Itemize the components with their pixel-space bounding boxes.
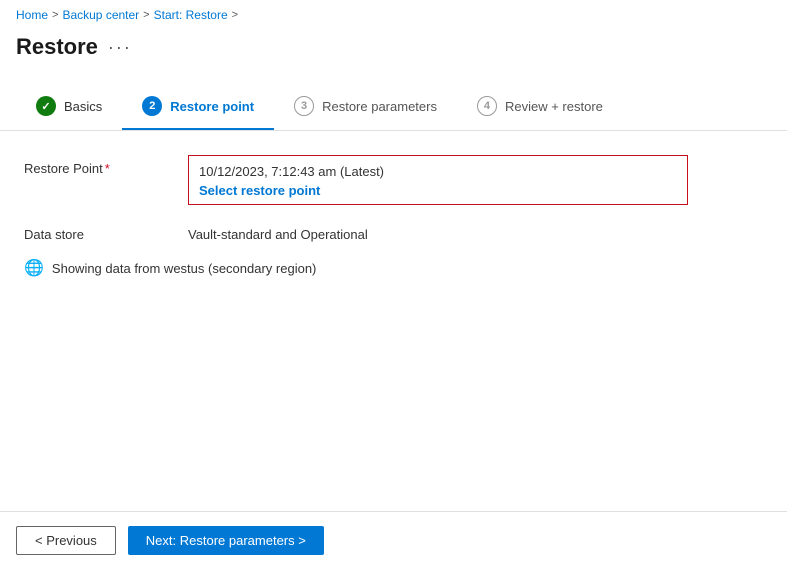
data-store-row: Data store Vault-standard and Operationa…: [24, 221, 763, 242]
select-restore-point-link[interactable]: Select restore point: [199, 183, 320, 198]
required-indicator: *: [105, 161, 110, 176]
restore-point-value: 10/12/2023, 7:12:43 am (Latest) Select r…: [188, 155, 763, 205]
tab-basics[interactable]: ✓ Basics: [16, 88, 122, 130]
info-row: 🌐 Showing data from westus (secondary re…: [24, 258, 763, 278]
tab-restore-point-number: 2: [149, 100, 155, 112]
tab-review-restore-circle: 4: [477, 96, 497, 116]
page-header: Restore ···: [0, 30, 787, 72]
tab-review-restore[interactable]: 4 Review + restore: [457, 88, 623, 130]
data-store-value: Vault-standard and Operational: [188, 221, 763, 242]
tab-review-restore-number: 4: [484, 100, 490, 112]
secondary-region-info: Showing data from westus (secondary regi…: [52, 261, 316, 276]
tab-restore-parameters-label: Restore parameters: [322, 99, 437, 114]
restore-point-box: 10/12/2023, 7:12:43 am (Latest) Select r…: [188, 155, 688, 205]
tab-restore-point-circle: 2: [142, 96, 162, 116]
restore-point-row: Restore Point* 10/12/2023, 7:12:43 am (L…: [24, 155, 763, 205]
tab-restore-parameters-circle: 3: [294, 96, 314, 116]
tab-restore-point[interactable]: 2 Restore point: [122, 88, 274, 130]
footer: < Previous Next: Restore parameters >: [0, 511, 787, 569]
data-store-label: Data store: [24, 221, 164, 242]
tab-restore-parameters[interactable]: 3 Restore parameters: [274, 88, 457, 130]
next-button[interactable]: Next: Restore parameters >: [128, 526, 324, 555]
form-content: Restore Point* 10/12/2023, 7:12:43 am (L…: [0, 155, 787, 278]
page-title: Restore: [16, 34, 98, 60]
more-options-button[interactable]: ···: [108, 37, 132, 58]
tab-basics-label: Basics: [64, 99, 102, 114]
wizard-tabs: ✓ Basics 2 Restore point 3 Restore param…: [0, 72, 787, 131]
breadcrumb-home[interactable]: Home: [16, 8, 48, 22]
checkmark-icon: ✓: [41, 100, 50, 113]
breadcrumb-backup-center[interactable]: Backup center: [62, 8, 139, 22]
tab-review-restore-label: Review + restore: [505, 99, 603, 114]
tab-restore-parameters-number: 3: [301, 100, 307, 112]
globe-icon: 🌐: [24, 258, 44, 278]
breadcrumb-start-restore[interactable]: Start: Restore: [154, 8, 228, 22]
restore-point-label: Restore Point*: [24, 155, 164, 176]
restore-point-date: 10/12/2023, 7:12:43 am (Latest): [199, 164, 677, 179]
breadcrumb-sep2: >: [143, 9, 149, 21]
tab-basics-circle: ✓: [36, 96, 56, 116]
breadcrumb-sep1: >: [52, 9, 58, 21]
previous-button[interactable]: < Previous: [16, 526, 116, 555]
breadcrumb-sep3: >: [232, 9, 238, 21]
breadcrumb: Home > Backup center > Start: Restore >: [0, 0, 787, 30]
tab-restore-point-label: Restore point: [170, 99, 254, 114]
